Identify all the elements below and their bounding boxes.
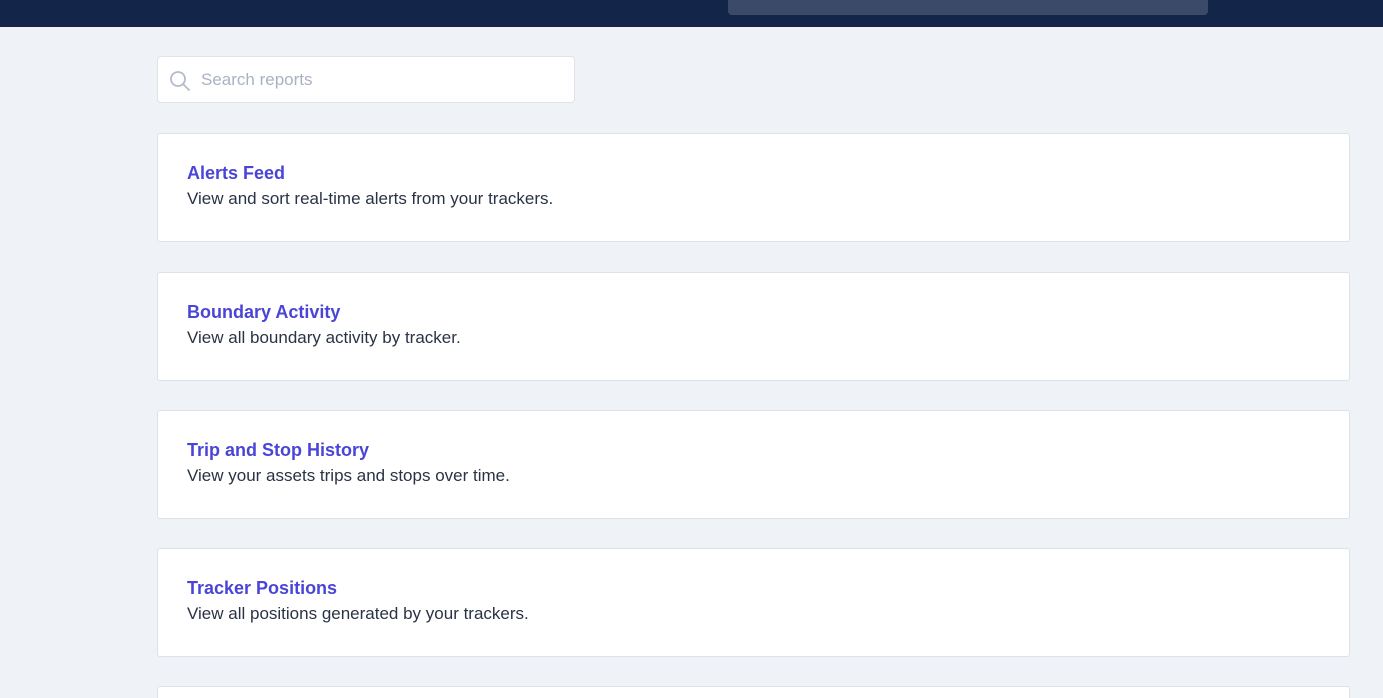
global-search-bar[interactable] [728, 0, 1208, 15]
search-reports-input[interactable] [201, 57, 561, 102]
report-card-tracker-positions[interactable]: Tracker Positions View all positions gen… [157, 548, 1350, 657]
top-navigation-bar [0, 0, 1383, 27]
report-description: View your assets trips and stops over ti… [187, 466, 510, 485]
report-card-alerts-feed[interactable]: Alerts Feed View and sort real-time aler… [157, 133, 1350, 242]
search-reports-box[interactable] [157, 56, 575, 103]
report-card-partial[interactable] [157, 686, 1350, 698]
report-title[interactable]: Tracker Positions [187, 578, 337, 599]
report-title[interactable]: Alerts Feed [187, 163, 285, 184]
report-description: View all boundary activity by tracker. [187, 328, 461, 347]
report-description: View all positions generated by your tra… [187, 604, 529, 623]
report-description: View and sort real-time alerts from your… [187, 189, 554, 208]
report-title[interactable]: Boundary Activity [187, 302, 340, 323]
report-card-boundary-activity[interactable]: Boundary Activity View all boundary acti… [157, 272, 1350, 381]
report-card-trip-and-stop-history[interactable]: Trip and Stop History View your assets t… [157, 410, 1350, 519]
search-icon [169, 70, 191, 92]
report-title[interactable]: Trip and Stop History [187, 440, 369, 461]
